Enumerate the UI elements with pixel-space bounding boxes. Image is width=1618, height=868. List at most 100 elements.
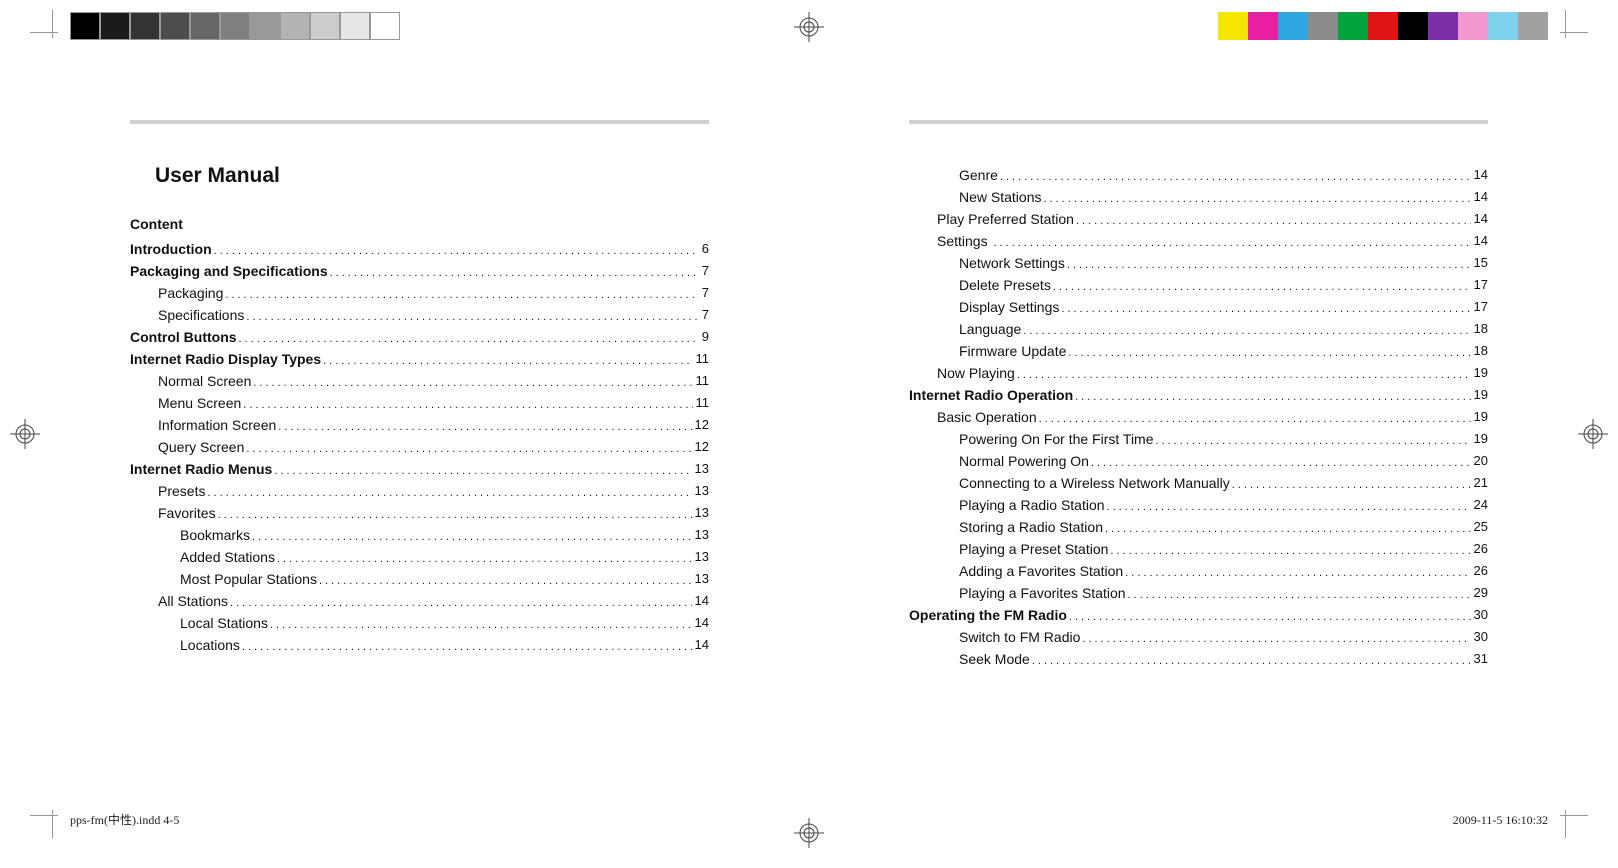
footer-datetime: 2009-11-5 16:10:32 <box>1453 813 1548 828</box>
toc-entry-label: Genre <box>959 167 1000 183</box>
toc-entry: Normal Screen11 <box>130 370 709 392</box>
toc-entry-label: Basic Operation <box>937 409 1039 425</box>
toc-entry: Control Buttons 9 <box>130 326 709 348</box>
toc-entry: Switch to FM Radio30 <box>909 626 1488 648</box>
toc-entry: Playing a Favorites Station29 <box>909 582 1488 604</box>
toc-entry-label: Powering On For the First Time <box>959 431 1156 447</box>
toc-entry-page: 13 <box>692 502 709 524</box>
toc-entry: Favorites13 <box>130 502 709 524</box>
toc-entry: Packaging and Specifications7 <box>130 260 709 282</box>
toc-entry-label: All Stations <box>158 593 230 609</box>
crop-corner-tl <box>30 10 70 50</box>
toc-entry-page: 19 <box>1471 384 1488 406</box>
toc-entry-page: 17 <box>1471 274 1488 296</box>
toc-entry: Query Screen 12 <box>130 436 709 458</box>
color-swatch <box>1398 12 1428 40</box>
toc-entry-label: Specifications <box>158 307 246 323</box>
toc-entry: Adding a Favorites Station26 <box>909 560 1488 582</box>
toc-entry-label: Playing a Favorites Station <box>959 585 1128 601</box>
color-swatch <box>160 12 190 40</box>
toc-entry-label: Packaging <box>158 285 225 301</box>
toc-entry-label: Seek Mode <box>959 651 1032 667</box>
toc-entry-label: Query Screen <box>158 439 246 455</box>
toc-entry-page: 18 <box>1471 340 1488 362</box>
toc-entry-label: Local Stations <box>180 615 270 631</box>
toc-entry: Play Preferred Station14 <box>909 208 1488 230</box>
toc-entry-label: Bookmarks <box>180 527 252 543</box>
toc-entry: Presets13 <box>130 480 709 502</box>
toc-entry-label: Display Settings <box>959 299 1061 315</box>
toc-entry-page: 15 <box>1471 252 1488 274</box>
color-swatch <box>70 12 100 40</box>
crop-corner-tr <box>1548 10 1588 50</box>
toc-entry: Internet Radio Menus13 <box>130 458 709 480</box>
toc-entry-label: Settings <box>937 233 993 249</box>
toc-entry-page: 21 <box>1471 472 1488 494</box>
toc-entry-label: Presets <box>158 483 207 499</box>
toc-entry-page: 11 <box>693 348 710 370</box>
color-swatch <box>190 12 220 40</box>
page-right: Genre14New Stations14Play Preferred Stat… <box>809 120 1618 788</box>
toc-entry-page: 7 <box>699 304 709 326</box>
toc-entry-page: 13 <box>692 546 709 568</box>
color-swatch <box>1368 12 1398 40</box>
toc-entry-label: Playing a Radio Station <box>959 497 1107 513</box>
toc-entry-page: 12 <box>692 436 709 458</box>
toc-entry-label: Control Buttons <box>130 329 239 345</box>
toc-entry: Information Screen12 <box>130 414 709 436</box>
toc-entry: Introduction6 <box>130 238 709 260</box>
toc-entry-label: Operating the FM Radio <box>909 607 1069 623</box>
toc-entry-label: Information Screen <box>158 417 278 433</box>
toc-entry: Settings 14 <box>909 230 1488 252</box>
toc-entry-page: 18 <box>1471 318 1488 340</box>
toc-entry-page: 24 <box>1471 494 1488 516</box>
color-swatch <box>220 12 250 40</box>
toc-entry-page: 14 <box>692 612 709 634</box>
color-swatch <box>1218 12 1248 40</box>
toc-entry-page: 14 <box>1471 208 1488 230</box>
toc-entry-page: 9 <box>699 326 709 348</box>
toc-entry-label: New Stations <box>959 189 1043 205</box>
toc-entry: Now Playing19 <box>909 362 1488 384</box>
toc-entry: Local Stations 14 <box>130 612 709 634</box>
toc-entry-label: Delete Presets <box>959 277 1053 293</box>
toc-entry-page: 31 <box>1471 648 1488 670</box>
toc-entry-label: Storing a Radio Station <box>959 519 1105 535</box>
toc-entry: Seek Mode 31 <box>909 648 1488 670</box>
toc-entry-page: 25 <box>1471 516 1488 538</box>
toc-entry-page: 20 <box>1471 450 1488 472</box>
page-rule <box>130 120 709 124</box>
toc-entry-page: 17 <box>1471 296 1488 318</box>
toc-entry: Most Popular Stations13 <box>130 568 709 590</box>
color-swatch <box>1308 12 1338 40</box>
toc-entry: Connecting to a Wireless Network Manuall… <box>909 472 1488 494</box>
content-heading: Content <box>130 216 709 232</box>
toc-entry-page: 13 <box>692 524 709 546</box>
color-swatch <box>1458 12 1488 40</box>
toc-entry-page: 26 <box>1471 560 1488 582</box>
toc-entry: Added Stations13 <box>130 546 709 568</box>
toc-entry: Normal Powering On20 <box>909 450 1488 472</box>
toc-entry-page: 14 <box>1471 164 1488 186</box>
toc-entry-label: Connecting to a Wireless Network Manuall… <box>959 475 1232 491</box>
toc-entry-label: Internet Radio Operation <box>909 387 1075 403</box>
toc-entry: Operating the FM Radio30 <box>909 604 1488 626</box>
toc-entry-page: 30 <box>1471 626 1488 648</box>
color-swatch <box>1278 12 1308 40</box>
toc-entry: New Stations14 <box>909 186 1488 208</box>
toc-entry: Playing a Radio Station 24 <box>909 494 1488 516</box>
toc-entry-page: 7 <box>699 260 709 282</box>
color-swatch <box>1428 12 1458 40</box>
registration-mark-top <box>794 12 824 42</box>
toc-entry-label: Locations <box>180 637 242 653</box>
color-swatch <box>1338 12 1368 40</box>
color-swatch <box>310 12 340 40</box>
toc-entry-label: Internet Radio Menus <box>130 461 274 477</box>
toc-entry: Menu Screen11 <box>130 392 709 414</box>
page-left: User Manual Content Introduction6Packagi… <box>0 120 809 788</box>
color-swatch <box>1248 12 1278 40</box>
toc-entry: Display Settings 17 <box>909 296 1488 318</box>
toc-entry-page: 14 <box>692 634 709 656</box>
toc-entry: Internet Radio Display Types11 <box>130 348 709 370</box>
toc-entry-page: 7 <box>699 282 709 304</box>
